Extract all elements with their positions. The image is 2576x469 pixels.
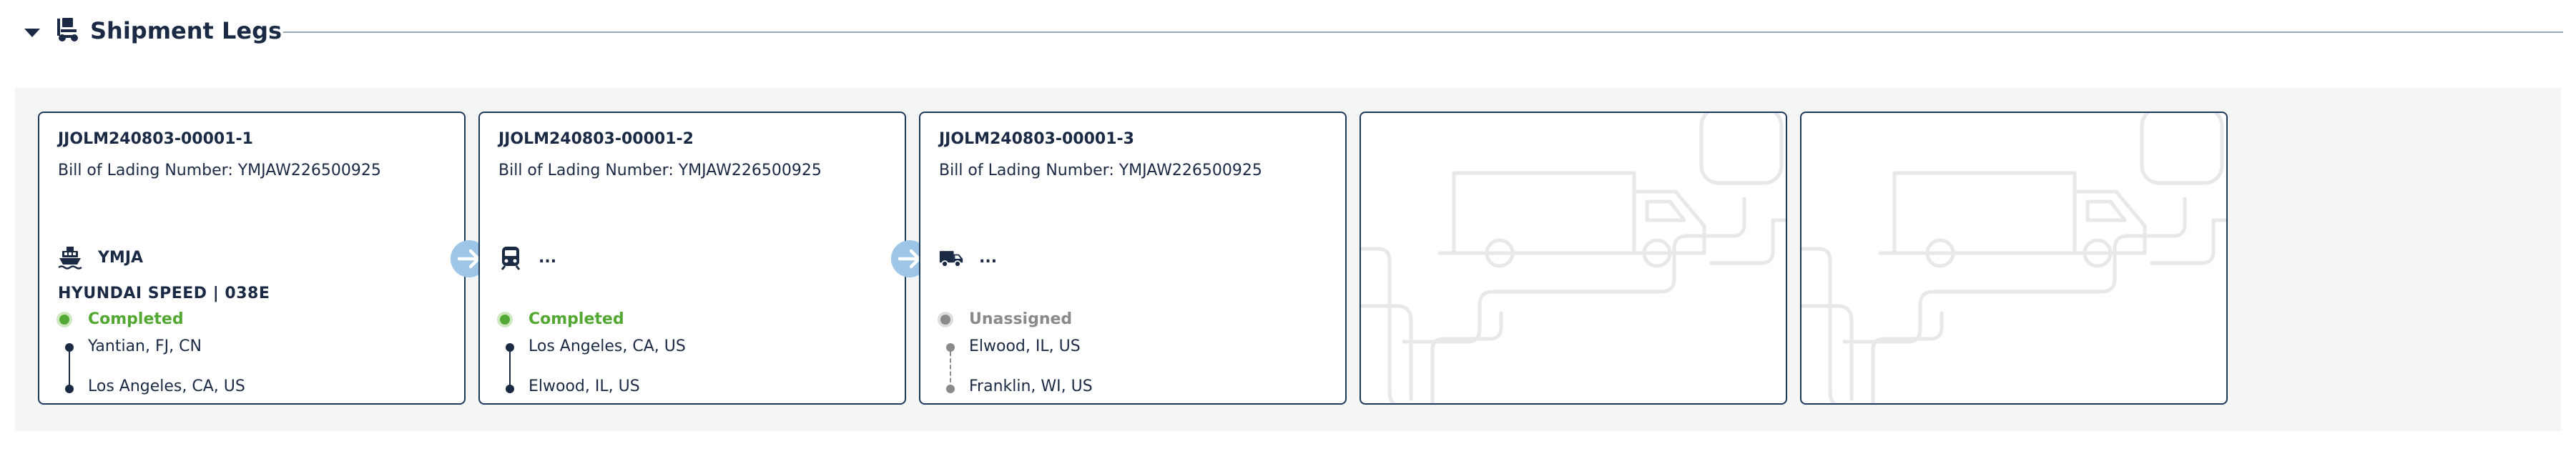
header-divider <box>283 31 2563 33</box>
status-badge: Completed <box>529 310 624 328</box>
destination-node <box>506 385 514 393</box>
destination-location: Los Angeles, CA, US <box>88 377 245 395</box>
route-line <box>69 352 70 389</box>
truck-icon <box>939 251 963 267</box>
bill-of-lading: Bill of Lading Number: YMJAW226500925 <box>498 162 822 179</box>
leg-card-1[interactable]: JJOLM240803-00001-1 Bill of Lading Numbe… <box>38 112 466 405</box>
truck-route-illustration-icon <box>1361 113 1786 403</box>
mode-row: YMJA <box>58 246 458 270</box>
vessel-voyage: HYUNDAI SPEED | 038E <box>58 285 270 302</box>
route-timeline: Elwood, IL, US Franklin, WI, US <box>939 336 1339 400</box>
leg-id: JJOLM240803-00001-2 <box>498 130 694 148</box>
destination-node <box>65 385 74 393</box>
empty-leg-slot[interactable] <box>1800 112 2228 405</box>
destination-location: Franklin, WI, US <box>969 377 1093 395</box>
bill-of-lading: Bill of Lading Number: YMJAW226500925 <box>58 162 381 179</box>
mode-row: ... <box>498 246 899 270</box>
route-line <box>950 352 951 389</box>
destination-location: Elwood, IL, US <box>529 377 640 395</box>
bill-of-lading: Bill of Lading Number: YMJAW226500925 <box>939 162 1262 179</box>
carrier-code: ... <box>539 249 557 267</box>
origin-location: Elwood, IL, US <box>969 337 1081 355</box>
route-timeline: Los Angeles, CA, US Elwood, IL, US <box>498 336 899 400</box>
status-badge: Unassigned <box>969 310 1073 328</box>
mode-row: ... <box>939 246 1339 270</box>
empty-leg-slot[interactable] <box>1360 112 1787 405</box>
section-header: Shipment Legs <box>24 14 2563 50</box>
origin-location: Yantian, FJ, CN <box>88 337 202 355</box>
ship-icon <box>58 247 82 270</box>
train-icon <box>501 247 521 270</box>
caret-down-icon[interactable] <box>24 29 40 37</box>
dolly-icon <box>57 18 78 41</box>
route-line <box>509 352 511 389</box>
status-dot <box>59 315 69 325</box>
status-dot <box>500 315 510 325</box>
destination-node <box>946 385 955 393</box>
status-dot <box>940 315 950 325</box>
origin-node <box>65 343 74 352</box>
origin-location: Los Angeles, CA, US <box>529 337 686 355</box>
leg-id: JJOLM240803-00001-3 <box>939 130 1134 148</box>
leg-id: JJOLM240803-00001-1 <box>58 130 253 148</box>
section-title: Shipment Legs <box>90 17 282 44</box>
status-badge: Completed <box>88 310 184 328</box>
truck-route-illustration-icon <box>1801 113 2226 403</box>
origin-node <box>946 343 955 352</box>
carrier-code: YMJA <box>98 249 144 267</box>
route-timeline: Yantian, FJ, CN Los Angeles, CA, US <box>58 336 458 400</box>
origin-node <box>506 343 514 352</box>
leg-card-2[interactable]: JJOLM240803-00001-2 Bill of Lading Numbe… <box>478 112 906 405</box>
carrier-code: ... <box>979 249 998 267</box>
leg-card-3[interactable]: JJOLM240803-00001-3 Bill of Lading Numbe… <box>919 112 1347 405</box>
